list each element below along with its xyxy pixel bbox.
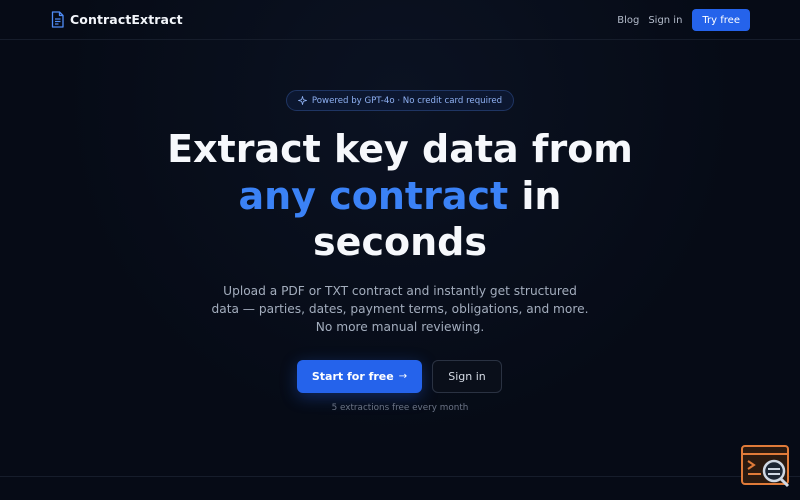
sign-in-button[interactable]: Sign in [432, 360, 502, 393]
cta-group: Start for free → Sign in [297, 360, 502, 393]
nav-link-sign-in[interactable]: Sign in [648, 15, 682, 26]
sparkle-icon [297, 96, 307, 105]
hero-title-line-1: Extract key data from [167, 127, 633, 171]
hero-title: Extract key data from any contract in se… [100, 126, 700, 266]
brand-logo[interactable]: ContractExtract [51, 11, 183, 28]
try-free-button[interactable]: Try free [692, 9, 750, 31]
landing-page: ContractExtract Blog Sign in Try free Po… [0, 0, 800, 500]
brand-name: ContractExtract [70, 12, 183, 27]
start-for-free-button[interactable]: Start for free → [297, 360, 422, 393]
arrow-right-icon: → [398, 371, 408, 382]
powered-by-badge: Powered by GPT-4o · No credit card requi… [286, 90, 514, 111]
section-divider [0, 476, 800, 477]
free-tier-note: 5 extractions free every month [331, 403, 469, 413]
nav-links: Blog Sign in Try free [617, 9, 750, 31]
hero-title-line-3: seconds [313, 220, 487, 264]
terminal-search-icon[interactable] [741, 444, 791, 488]
top-nav: ContractExtract Blog Sign in Try free [0, 0, 800, 40]
nav-link-blog[interactable]: Blog [617, 15, 639, 26]
hero-title-accent: any contract [238, 173, 509, 218]
hero-description: Upload a PDF or TXT contract and instant… [211, 284, 589, 334]
document-icon [51, 11, 64, 28]
hero-title-after-accent: in [508, 173, 562, 218]
start-for-free-label: Start for free [311, 370, 394, 383]
badge-text: Powered by GPT-4o · No credit card requi… [311, 95, 503, 106]
